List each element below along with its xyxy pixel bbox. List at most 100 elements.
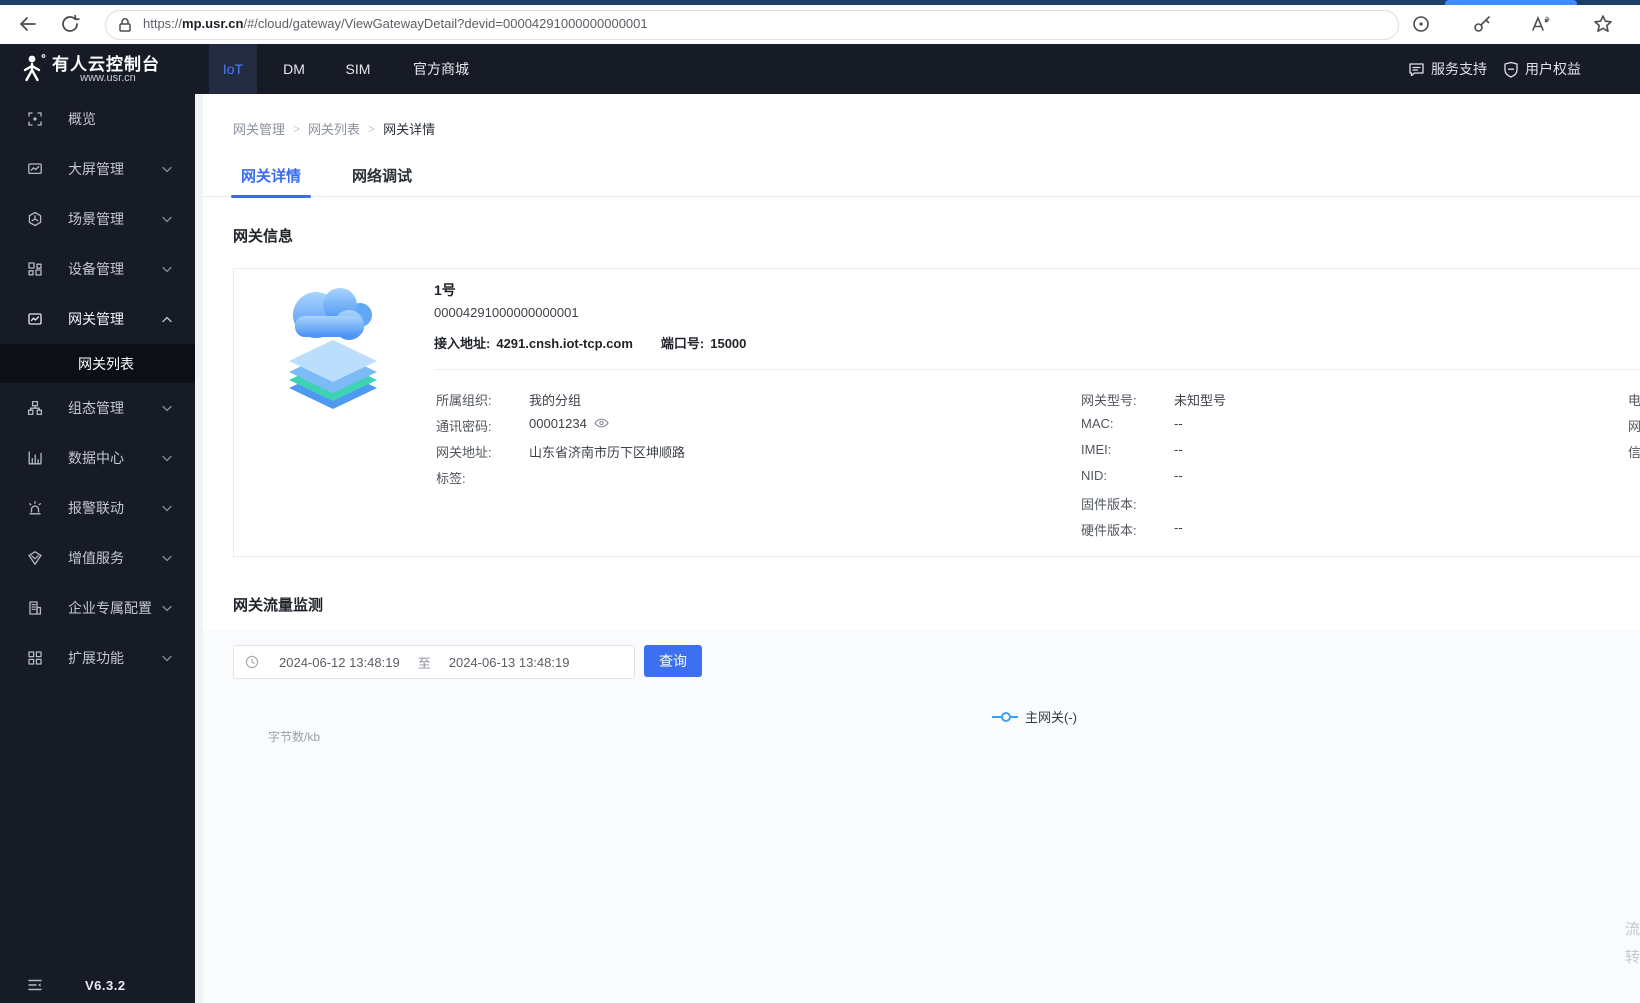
breadcrumb-separator: > — [368, 121, 376, 136]
favorite-star-icon[interactable] — [1592, 13, 1614, 35]
sidebar-item-enterprise-config[interactable]: 企业专属配置 — [0, 583, 195, 633]
date-range-picker[interactable]: 2024-06-12 13:48:19 至 2024-06-13 13:48:1… — [233, 645, 635, 679]
sidebar-item-scene-management[interactable]: 场景管理 — [0, 194, 195, 244]
service-support-label: 服务支持 — [1431, 61, 1487, 77]
date-to-value[interactable]: 2024-06-13 13:48:19 — [449, 655, 570, 670]
eye-icon[interactable] — [594, 417, 609, 429]
chevron-down-icon — [162, 655, 172, 662]
detail-label: NID: — [1081, 468, 1107, 483]
nav-tab-mall[interactable]: 官方商城 — [396, 44, 486, 94]
detail-value: -- — [1174, 416, 1183, 431]
overview-icon — [27, 111, 43, 127]
sidebar-label: 概览 — [68, 111, 96, 127]
date-from-value[interactable]: 2024-06-12 13:48:19 — [279, 655, 400, 670]
y-axis-label: 字节数/kb — [268, 730, 321, 744]
detail-label: MAC: — [1081, 416, 1114, 431]
collapse-sidebar-icon[interactable] — [27, 977, 43, 993]
detail-row-firmware: 固件版本: — [1081, 494, 1137, 513]
sidebar-item-configuration-management[interactable]: 组态管理 — [0, 383, 195, 433]
tab-gateway-detail[interactable]: 网关详情 — [231, 157, 311, 198]
card-divider — [434, 369, 1640, 370]
detail-value: -- — [1174, 442, 1183, 457]
chevron-down-icon — [162, 405, 172, 412]
sidebar-label: 增值服务 — [68, 550, 124, 566]
usr-logo-icon[interactable] — [19, 53, 47, 85]
url-text[interactable]: https://mp.usr.cn/#/cloud/gateway/ViewGa… — [143, 16, 648, 31]
detail-label: 固件版本: — [1081, 497, 1137, 512]
port-label: 端口号: — [660, 336, 705, 351]
detail-value: 未知型号 — [1174, 393, 1227, 408]
detail-label: 所属组织: — [436, 393, 492, 408]
breadcrumb-separator: > — [293, 121, 301, 136]
clipped-float-label[interactable]: 转 — [1625, 946, 1640, 967]
chevron-down-icon — [162, 455, 172, 462]
detail-row-gateway-address: 网关地址: 山东省济南市历下区坤顺路 — [436, 442, 685, 461]
sidebar-label: 场景管理 — [68, 211, 124, 227]
gateway-name: 1号 — [434, 282, 456, 298]
read-aloud-icon[interactable] — [1529, 13, 1551, 35]
detail-row-gateway-model: 网关型号: 未知型号 — [1081, 390, 1226, 409]
sidebar-item-value-added-services[interactable]: 增值服务 — [0, 533, 195, 583]
breadcrumb-gateway-list[interactable]: 网关列表 — [308, 119, 360, 138]
sidebar-item-gateway-management[interactable]: 网关管理 — [0, 294, 195, 344]
sidebar-label: 报警联动 — [68, 500, 124, 516]
sidebar-footer: V6.3.2 — [0, 977, 195, 995]
clock-icon — [245, 655, 259, 669]
clipped-float-label[interactable]: 流 — [1625, 918, 1640, 939]
location-icon[interactable] — [1410, 13, 1432, 35]
detail-label: 硬件版本: — [1081, 523, 1137, 538]
chat-icon — [1408, 61, 1425, 78]
breadcrumb-gateway-management[interactable]: 网关管理 — [233, 119, 285, 138]
sidebar-label: 大屏管理 — [68, 161, 124, 177]
sidebar-sub-label: 网关列表 — [78, 355, 134, 372]
hexagon-icon — [27, 211, 43, 227]
sidebar-label: 网关管理 — [68, 311, 124, 327]
app-subtitle: www.usr.cn — [80, 72, 136, 84]
lock-icon[interactable] — [117, 16, 133, 34]
sidebar-item-gateway-list[interactable]: 网关列表 — [0, 344, 195, 383]
gateway-icon — [27, 311, 43, 327]
nav-tab-dm[interactable]: DM — [270, 44, 318, 94]
nav-tab-sim[interactable]: SIM — [331, 44, 385, 94]
sidebar-item-overview[interactable]: 概览 — [0, 94, 195, 144]
sidebar-item-data-center[interactable]: 数据中心 — [0, 433, 195, 483]
sidebar-item-extended-functions[interactable]: 扩展功能 — [0, 633, 195, 683]
chart-legend[interactable]: 主网关(-) — [992, 707, 1077, 726]
sidebar-item-alarm-linkage[interactable]: 报警联动 — [0, 483, 195, 533]
clipped-detail-label: 网 — [1628, 419, 1640, 434]
access-address-value: 4291.cnsh.iot-tcp.com — [496, 336, 633, 351]
line-series-marker-icon — [992, 711, 1018, 722]
url-scheme: https:// — [143, 16, 183, 31]
detail-value: 山东省济南市历下区坤顺路 — [529, 445, 686, 460]
url-host: mp.usr.cn — [182, 16, 244, 31]
detail-row-hardware: 硬件版本: -- — [1081, 520, 1183, 539]
detail-label: 网关地址: — [436, 445, 492, 460]
chevron-up-icon — [162, 316, 172, 323]
gateway-info-title: 网关信息 — [233, 228, 294, 245]
sitemap-icon — [27, 400, 43, 416]
key-icon[interactable] — [1471, 13, 1493, 35]
user-rights-label: 用户权益 — [1525, 61, 1581, 77]
tab-network-debug[interactable]: 网络调试 — [342, 157, 422, 197]
user-rights[interactable]: 用户权益 — [1503, 44, 1581, 94]
service-support[interactable]: 服务支持 — [1408, 44, 1487, 94]
clipped-detail-label: 电 — [1628, 393, 1640, 408]
breadcrumb: 网关管理 > 网关列表 > 网关详情 — [233, 119, 435, 138]
breadcrumb-current: 网关详情 — [383, 122, 436, 137]
badge-icon — [27, 550, 43, 566]
sidebar-item-device-management[interactable]: 设备管理 — [0, 244, 195, 294]
grid-icon — [27, 650, 43, 666]
chevron-down-icon — [162, 505, 172, 512]
chevron-down-icon — [162, 605, 172, 612]
detail-row-tags: 标签: — [436, 468, 466, 487]
back-icon[interactable] — [17, 13, 39, 35]
detail-row-organization: 所属组织: 我的分组 — [436, 390, 581, 409]
refresh-icon[interactable] — [59, 13, 81, 35]
screen-icon — [27, 161, 43, 177]
nav-tab-iot[interactable]: IoT — [209, 44, 257, 94]
main-content: 网关管理 > 网关列表 > 网关详情 网关详情 网络调试 网关信息 1号 000… — [195, 94, 1640, 1003]
sidebar-item-screen-management[interactable]: 大屏管理 — [0, 144, 195, 194]
detail-row-imei: IMEI: -- — [1081, 442, 1183, 457]
clipped-detail-label: 信 — [1628, 445, 1640, 460]
query-button[interactable]: 查询 — [644, 645, 702, 677]
